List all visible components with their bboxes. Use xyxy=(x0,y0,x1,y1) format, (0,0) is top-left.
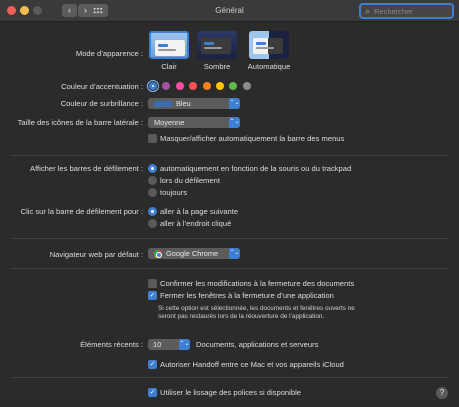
popup-arrows-icon: ⌃⌄ xyxy=(229,248,240,259)
appearance-dark-option[interactable] xyxy=(197,31,237,59)
separator xyxy=(12,155,447,156)
scroll-click-spot-radio[interactable] xyxy=(148,219,157,228)
title-bar: ‹ › Général ⌕ Rechercher xyxy=(0,0,459,22)
sidebar-icon-size-popup[interactable]: Moyenne ⌃⌄ xyxy=(148,117,240,128)
appearance-light-option[interactable] xyxy=(149,31,189,59)
recent-items-suffix: Documents, applications et serveurs xyxy=(196,340,319,349)
accent-color-swatch[interactable] xyxy=(229,82,238,90)
separator xyxy=(12,238,447,239)
sidebar-icon-size-label: Taille des icônes de la barre latérale : xyxy=(17,118,143,127)
separator xyxy=(12,268,447,269)
separator xyxy=(12,377,447,378)
checkmark-icon: ✓ xyxy=(149,292,156,299)
appearance-dark-caption: Sombre xyxy=(203,62,231,71)
accent-color-swatch[interactable] xyxy=(216,82,224,90)
popup-arrows-icon: ⌃⌄ xyxy=(229,117,240,128)
font-smoothing-label: Utiliser le lissage des polices si dispo… xyxy=(160,388,301,397)
font-smoothing-checkbox[interactable]: ✓ xyxy=(148,388,157,397)
confirm-changes-label: Confirmer les modifications à la fermetu… xyxy=(160,279,355,288)
scrollbars-auto-label: automatiquement en fonction de la souris… xyxy=(160,164,352,173)
appearance-label: Mode d’apparence : xyxy=(75,49,143,58)
search-field[interactable]: ⌕ Rechercher xyxy=(359,3,454,19)
menubar-autohide-checkbox[interactable] xyxy=(148,134,157,143)
highlight-color-label: Couleur de surbrillance : xyxy=(60,99,143,108)
scrollbars-scrolling-label: lors du défilement xyxy=(160,176,220,185)
close-windows-checkbox[interactable]: ✓ xyxy=(148,291,157,300)
accent-color-swatch[interactable] xyxy=(189,82,198,90)
highlight-color-popup[interactable]: Bleu ⌃⌄ xyxy=(148,98,240,109)
chrome-icon xyxy=(154,250,162,259)
confirm-changes-checkbox[interactable] xyxy=(148,279,157,288)
accent-color-label: Couleur d’accentuation : xyxy=(61,82,143,91)
handoff-checkbox[interactable]: ✓ xyxy=(148,360,157,369)
accent-color-swatch[interactable] xyxy=(149,82,157,90)
appearance-auto-caption: Automatique xyxy=(247,62,291,71)
appearance-auto-option[interactable] xyxy=(249,31,289,59)
scrollbars-auto-radio[interactable] xyxy=(148,164,157,173)
default-browser-popup[interactable]: Google Chrome ⌃⌄ xyxy=(148,248,240,259)
scroll-click-next-page-radio[interactable] xyxy=(148,207,157,216)
search-icon: ⌕ xyxy=(365,6,371,16)
sidebar-icon-size-value: Moyenne xyxy=(154,118,185,127)
recent-items-value: 10 xyxy=(153,340,162,349)
accent-color-swatch[interactable] xyxy=(202,82,211,90)
popup-arrows-icon: ⌃⌄ xyxy=(179,339,190,350)
recent-items-label: Éléments récents : xyxy=(80,340,143,349)
scrollbars-label: Afficher les barres de défilement : xyxy=(30,164,143,173)
scrollbars-scrolling-radio[interactable] xyxy=(148,176,157,185)
default-browser-label: Navigateur web par défaut : xyxy=(49,250,143,259)
search-placeholder: Rechercher xyxy=(374,7,413,16)
scrollbars-always-radio[interactable] xyxy=(148,188,157,197)
color-chip-icon xyxy=(154,101,172,108)
close-windows-label: Fermer les fenêtres à la fermeture d’une… xyxy=(160,291,334,300)
help-button[interactable]: ? xyxy=(436,387,448,399)
checkmark-icon: ✓ xyxy=(149,361,156,368)
menubar-autohide-label: Masquer/afficher automatiquement la barr… xyxy=(160,134,345,143)
popup-arrows-icon: ⌃⌄ xyxy=(229,98,240,109)
close-windows-note: Si cette option est sélectionnée, les do… xyxy=(158,305,355,320)
scroll-click-label: Clic sur la barre de défilement pour : xyxy=(20,207,143,216)
accent-color-swatch[interactable] xyxy=(175,82,184,90)
accent-color-swatch[interactable] xyxy=(242,82,251,90)
accent-color-swatch[interactable] xyxy=(162,82,171,90)
recent-items-popup[interactable]: 10 ⌃⌄ xyxy=(148,339,190,350)
question-mark-icon: ? xyxy=(439,388,445,397)
default-browser-value: Google Chrome xyxy=(166,249,219,258)
scrollbars-always-label: toujours xyxy=(160,188,188,197)
highlight-color-value: Bleu xyxy=(176,99,191,108)
scroll-click-next-page-label: aller à la page suivante xyxy=(160,207,239,216)
scroll-click-spot-label: aller à l’endroit cliqué xyxy=(160,219,232,228)
checkmark-icon: ✓ xyxy=(149,389,156,396)
handoff-label: Autoriser Handoff entre ce Mac et vos ap… xyxy=(160,360,344,369)
